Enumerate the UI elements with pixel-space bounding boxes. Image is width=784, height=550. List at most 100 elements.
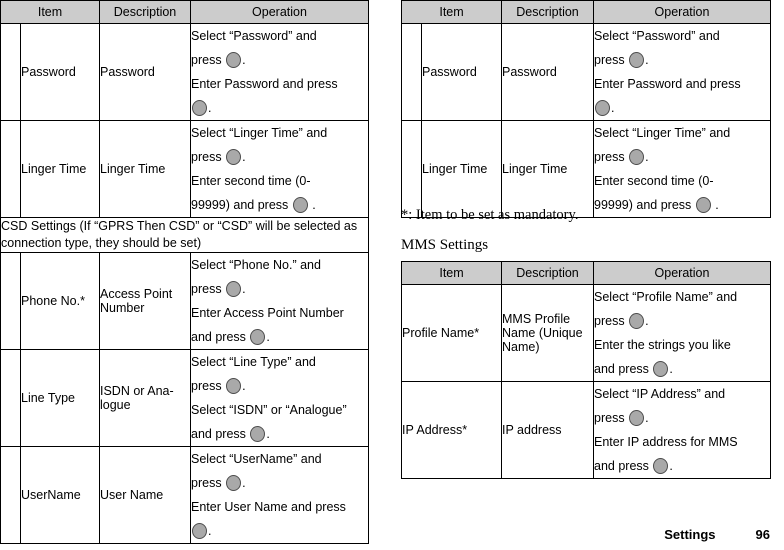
mandatory-note: *: Item to be set as mandatory. bbox=[401, 207, 579, 223]
period: . bbox=[242, 282, 246, 296]
operation-line: press . bbox=[191, 471, 368, 495]
select-key-icon bbox=[192, 100, 207, 116]
table-row: Phone No.* Access Point Number Select “P… bbox=[0, 252, 369, 350]
select-key-icon bbox=[695, 197, 711, 213]
and-press-label: and press bbox=[191, 330, 246, 344]
enter-range-label: 99999) and press bbox=[191, 198, 289, 212]
row-spacer-cell bbox=[0, 120, 21, 218]
cell-description: Password bbox=[501, 23, 594, 121]
cell-item: Password bbox=[421, 23, 502, 121]
cell-item: IP Address* bbox=[401, 381, 502, 479]
operation-line: Enter Access Point Number bbox=[191, 306, 344, 320]
period: . bbox=[669, 362, 673, 376]
table-header-row: Item Description Operation bbox=[401, 0, 771, 24]
and-press-label: and press bbox=[594, 459, 649, 473]
operation-line: press . bbox=[594, 406, 770, 430]
period: . bbox=[645, 411, 649, 425]
cell-description: IP address bbox=[501, 381, 594, 479]
left-column: Item Description Operation Password Pass… bbox=[0, 0, 369, 544]
press-label: press bbox=[191, 476, 222, 490]
column-header-description: Description bbox=[501, 0, 594, 24]
period: . bbox=[266, 427, 270, 441]
select-key-icon bbox=[226, 52, 242, 68]
table-header-row: Item Description Operation bbox=[0, 0, 369, 24]
column-header-operation: Operation bbox=[593, 261, 771, 285]
operation-line: . bbox=[594, 96, 770, 120]
period: . bbox=[611, 101, 615, 115]
select-key-icon bbox=[250, 329, 266, 345]
table-row: IP Address* IP address Select “IP Addres… bbox=[401, 381, 771, 479]
operation-line: Enter Password and press bbox=[191, 77, 338, 91]
select-key-icon bbox=[629, 410, 645, 426]
select-key-icon bbox=[292, 197, 308, 213]
operation-line: press . bbox=[594, 48, 770, 72]
cell-operation: Select “IP Address” and press . Enter IP… bbox=[593, 381, 771, 479]
operation-line: press . bbox=[191, 277, 368, 301]
column-header-description: Description bbox=[99, 0, 191, 24]
table-row: Line Type ISDN or Ana-logue Select “Line… bbox=[0, 349, 369, 447]
period: . bbox=[645, 53, 649, 67]
cell-description: MMS Profile Name (Unique Name) bbox=[501, 284, 594, 382]
select-key-icon bbox=[629, 149, 645, 165]
csd-settings-table: Item Description Operation Password Pass… bbox=[0, 0, 369, 544]
and-press-label: and press bbox=[594, 362, 649, 376]
manual-page: Item Description Operation Password Pass… bbox=[0, 0, 784, 550]
press-label: press bbox=[191, 282, 222, 296]
mms-settings-table: Item Description Operation Profile Name*… bbox=[401, 261, 771, 479]
period: . bbox=[715, 198, 719, 212]
cell-item: Line Type bbox=[20, 349, 100, 447]
press-label: press bbox=[594, 411, 625, 425]
operation-line: and press . bbox=[594, 454, 770, 478]
row-spacer-cell bbox=[0, 349, 21, 447]
csd-settings-table-continued: Item Description Operation Password Pass… bbox=[401, 0, 771, 218]
period: . bbox=[312, 198, 316, 212]
column-header-operation: Operation bbox=[190, 0, 369, 24]
operation-line: press . bbox=[594, 145, 770, 169]
press-label: press bbox=[191, 53, 222, 67]
operation-line: Enter second time (0- bbox=[191, 174, 311, 188]
table-header-row: Item Description Operation bbox=[401, 261, 771, 285]
footer-section-label: Settings bbox=[664, 527, 716, 542]
section-heading-mms-settings: MMS Settings bbox=[401, 237, 489, 253]
cell-item: Linger Time bbox=[20, 120, 100, 218]
period: . bbox=[645, 314, 649, 328]
table-row: Linger Time Linger Time Select “Linger T… bbox=[0, 120, 369, 218]
operation-line: and press . bbox=[191, 422, 368, 446]
cell-description: Access Point Number bbox=[99, 252, 191, 350]
row-spacer-cell bbox=[0, 252, 21, 350]
period: . bbox=[242, 379, 246, 393]
operation-line: Select “ISDN” or “Analogue” bbox=[191, 403, 347, 417]
operation-line: and press . bbox=[594, 357, 770, 381]
period: . bbox=[208, 101, 212, 115]
operation-line: Select “Line Type” and bbox=[191, 355, 316, 369]
period: . bbox=[242, 53, 246, 67]
cell-operation: Select “Password” and press . Enter Pass… bbox=[190, 23, 369, 121]
press-label: press bbox=[594, 150, 625, 164]
operation-line: Select “UserName” and bbox=[191, 452, 322, 466]
select-key-icon bbox=[226, 149, 242, 165]
row-spacer-cell bbox=[401, 120, 422, 218]
operation-line: and press . bbox=[191, 325, 368, 349]
operation-line: 99999) and press . bbox=[594, 193, 770, 217]
operation-line: Select “IP Address” and bbox=[594, 387, 726, 401]
table-row: Linger Time Linger Time Select “Linger T… bbox=[401, 120, 771, 218]
press-label: press bbox=[594, 53, 625, 67]
select-key-icon bbox=[653, 361, 669, 377]
operation-line: Enter IP address for MMS bbox=[594, 435, 738, 449]
select-key-icon bbox=[226, 475, 242, 491]
operation-line: 99999) and press . bbox=[191, 193, 368, 217]
cell-operation: Select “Phone No.” and press . Enter Acc… bbox=[190, 252, 369, 350]
select-key-icon bbox=[226, 281, 242, 297]
row-spacer-cell bbox=[401, 23, 422, 121]
and-press-label: and press bbox=[191, 427, 246, 441]
row-spacer-cell bbox=[0, 23, 21, 121]
cell-item: Profile Name* bbox=[401, 284, 502, 382]
table-row: Password Password Select “Password” and … bbox=[0, 23, 369, 121]
press-label: press bbox=[594, 314, 625, 328]
select-key-icon bbox=[226, 378, 242, 394]
period: . bbox=[645, 150, 649, 164]
operation-line: Enter second time (0- bbox=[594, 174, 714, 188]
press-label: press bbox=[191, 379, 222, 393]
right-column: Item Description Operation Password Pass… bbox=[401, 0, 771, 218]
period: . bbox=[242, 476, 246, 490]
